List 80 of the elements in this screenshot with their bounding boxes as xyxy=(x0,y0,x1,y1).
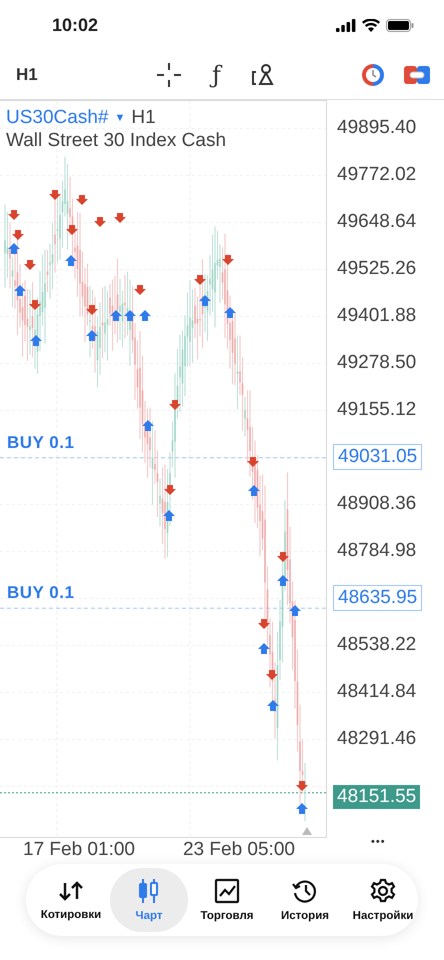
buy-arrow-icon xyxy=(248,485,260,496)
buy-arrow-icon xyxy=(86,330,98,341)
tab-button[interactable]: Торговля xyxy=(188,868,266,932)
buy-arrow-icon xyxy=(267,700,279,711)
sell-arrow-icon xyxy=(258,619,270,629)
sell-arrow-icon xyxy=(49,190,61,200)
price-label: 48291.46 xyxy=(336,726,418,750)
tab-button[interactable]: История xyxy=(266,868,344,932)
sell-arrow-icon xyxy=(86,305,98,315)
buy-arrow-icon xyxy=(65,255,77,266)
sell-arrow-icon xyxy=(94,217,106,227)
sell-arrow-icon xyxy=(247,457,259,467)
buy-arrow-icon xyxy=(30,335,42,346)
buy-arrow-icon xyxy=(8,243,20,254)
sell-arrow-icon xyxy=(266,670,278,680)
buy-arrow-icon xyxy=(296,803,308,814)
sell-arrow-icon xyxy=(8,210,20,220)
buy-arrow-icon xyxy=(163,510,175,521)
order-price-label: 49031.05 xyxy=(333,444,422,470)
caret-icon[interactable]: ▼ xyxy=(114,112,126,124)
price-label: 49401.88 xyxy=(336,304,418,328)
price-label: 48908.36 xyxy=(336,492,418,516)
time-label: 17 Feb 01:00 xyxy=(23,839,135,861)
sell-arrow-icon xyxy=(66,225,78,235)
tab-button[interactable]: Настройки xyxy=(344,868,422,932)
price-label: 48538.22 xyxy=(336,632,418,656)
sell-arrow-icon xyxy=(194,275,206,285)
sell-arrow-icon xyxy=(164,485,176,495)
price-label: 49525.26 xyxy=(336,256,418,280)
settings-icon xyxy=(370,878,396,904)
signal-icon xyxy=(336,18,356,32)
wifi-icon xyxy=(362,18,380,32)
order-label[interactable]: BUY 0.1 xyxy=(7,432,74,453)
price-label: 48784.98 xyxy=(336,538,418,562)
sell-arrow-icon xyxy=(134,285,146,295)
tab-button[interactable]: Котировки xyxy=(32,868,110,932)
symbol-button[interactable]: US30Cash# xyxy=(6,107,108,129)
symbol-description: Wall Street 30 Index Cash xyxy=(6,130,226,152)
order-price-label: 48635.95 xyxy=(333,584,422,610)
buy-arrow-icon xyxy=(139,310,151,321)
objects-icon[interactable] xyxy=(250,62,275,86)
arrows-icon xyxy=(57,879,85,903)
sell-arrow-icon xyxy=(24,260,36,270)
price-label: 48414.84 xyxy=(336,680,418,704)
sell-arrow-icon xyxy=(277,552,289,562)
crosshair-icon[interactable] xyxy=(156,62,182,88)
sell-arrow-icon xyxy=(114,213,126,223)
buy-arrow-icon xyxy=(289,605,301,616)
sell-arrow-icon xyxy=(169,400,181,410)
price-label: 49155.12 xyxy=(336,398,418,422)
more-button[interactable]: ••• xyxy=(371,836,386,848)
price-label: 49772.02 xyxy=(336,162,418,186)
buy-arrow-icon xyxy=(199,295,211,306)
buy-arrow-icon xyxy=(124,310,136,321)
buy-arrow-icon xyxy=(142,420,154,431)
buy-arrow-icon xyxy=(258,643,270,654)
buy-arrow-icon xyxy=(14,285,26,296)
time-label: 23 Feb 05:00 xyxy=(182,839,295,861)
history-icon xyxy=(291,878,319,904)
one-click-trading-icon[interactable] xyxy=(404,64,430,86)
clock-icon[interactable] xyxy=(360,62,386,88)
chart-timeframe: H1 xyxy=(131,107,156,129)
clock-time: 10:02 xyxy=(52,14,98,36)
indicators-button[interactable]: ƒ xyxy=(208,58,225,90)
sell-arrow-icon xyxy=(12,230,24,240)
sell-arrow-icon xyxy=(76,195,88,205)
price-label: 49895.40 xyxy=(336,116,418,140)
sell-arrow-icon xyxy=(296,781,308,791)
sell-arrow-icon xyxy=(222,255,234,265)
timeframe-button[interactable]: H1 xyxy=(16,64,156,84)
order-label[interactable]: BUY 0.1 xyxy=(7,583,74,604)
line-chart-icon xyxy=(214,878,240,904)
price-label: 49648.64 xyxy=(336,210,418,234)
buy-arrow-icon xyxy=(224,307,236,318)
buy-arrow-icon xyxy=(110,310,122,321)
current-price-label: 48151.55 xyxy=(333,784,420,808)
buy-arrow-icon xyxy=(277,575,289,586)
battery-icon xyxy=(386,18,414,32)
sell-arrow-icon xyxy=(29,300,41,310)
price-label: 49278.50 xyxy=(336,350,418,374)
